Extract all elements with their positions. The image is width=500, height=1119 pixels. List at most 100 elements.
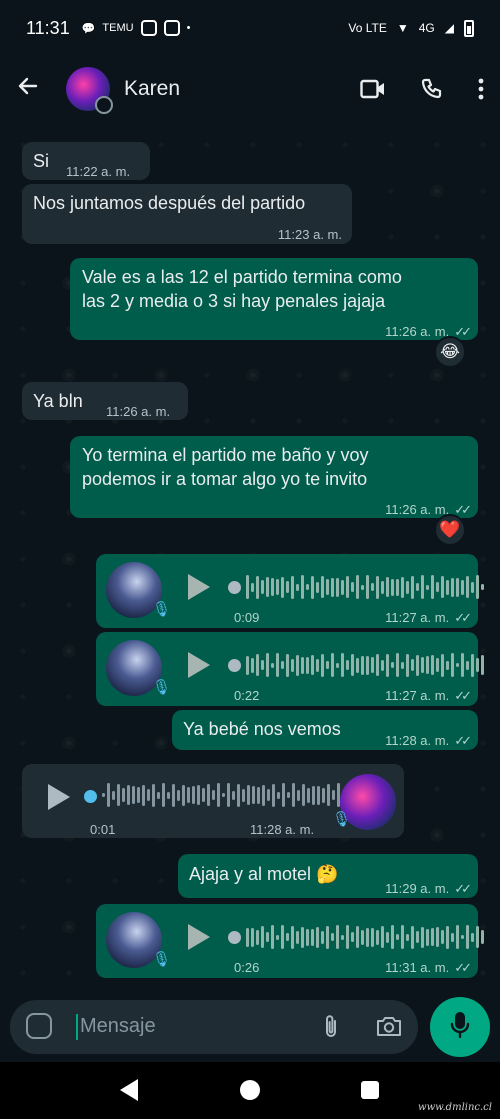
waveform-bar bbox=[431, 928, 434, 946]
waveform-bar bbox=[446, 579, 449, 595]
waveform-bar bbox=[267, 789, 270, 801]
seek-handle[interactable] bbox=[228, 581, 241, 594]
waveform-bar bbox=[307, 787, 310, 803]
waveform-bar bbox=[361, 584, 364, 590]
phone-icon[interactable] bbox=[420, 77, 444, 101]
waveform-bar bbox=[301, 656, 304, 674]
play-icon[interactable] bbox=[188, 652, 210, 678]
seek-handle[interactable] bbox=[228, 659, 241, 672]
waveform-bar bbox=[351, 932, 354, 942]
play-icon[interactable] bbox=[48, 784, 70, 810]
message-text-line-1: Yo termina el partido me baño y voy bbox=[82, 445, 369, 465]
message-bubble[interactable]: Ya bln 11:26 a. m. bbox=[22, 382, 188, 420]
attach-icon[interactable] bbox=[322, 1014, 340, 1045]
waveform-bar bbox=[276, 653, 279, 677]
message-bubble[interactable]: Yo termina el partido me baño y voy pode… bbox=[70, 436, 478, 518]
camera-icon[interactable] bbox=[376, 1015, 402, 1042]
video-call-icon[interactable] bbox=[360, 79, 386, 99]
message-bubble[interactable]: Si 11:22 a. m. bbox=[22, 142, 150, 180]
message-text-line-2: podemos ir a tomar algo yo te invito bbox=[82, 469, 368, 489]
waveform-bar bbox=[376, 654, 379, 676]
waveform-bar bbox=[446, 660, 449, 670]
waveform-bar bbox=[401, 925, 404, 949]
more-notif-dot: • bbox=[186, 22, 191, 34]
voice-message-bubble[interactable]: 🎙 0:22 11:27 a. m. ✓✓ bbox=[96, 632, 484, 708]
waveform-bar bbox=[466, 660, 469, 670]
message-bubble[interactable]: Ya bebé nos vemos 11:28 a. m. ✓✓ bbox=[172, 710, 478, 750]
nav-back-icon[interactable] bbox=[120, 1079, 138, 1101]
record-voice-button[interactable] bbox=[430, 997, 490, 1057]
waveform-bar bbox=[242, 788, 245, 802]
more-vert-icon[interactable] bbox=[478, 78, 484, 100]
back-arrow-icon[interactable] bbox=[16, 73, 48, 105]
nav-home-icon[interactable] bbox=[240, 1080, 260, 1100]
waveform-bar bbox=[246, 575, 249, 599]
waveform[interactable] bbox=[246, 572, 484, 602]
waveform-bar bbox=[301, 926, 304, 948]
seek-handle[interactable] bbox=[228, 931, 241, 944]
waveform[interactable] bbox=[246, 650, 484, 680]
voice-message-bubble[interactable]: 0:01 11:28 a. m. 🎙 bbox=[22, 764, 404, 838]
waveform-bar bbox=[396, 653, 399, 677]
waveform-bar bbox=[406, 933, 409, 941]
seek-handle[interactable] bbox=[84, 790, 97, 803]
voice-duration: 0:22 bbox=[234, 688, 260, 703]
waveform[interactable] bbox=[102, 780, 380, 810]
waveform-bar bbox=[271, 925, 274, 949]
chat-area[interactable]: Si 11:22 a. m. Nos juntamos después del … bbox=[0, 122, 500, 998]
message-text: Ajaja y al motel 🤔 bbox=[189, 864, 339, 884]
waveform-bar bbox=[456, 663, 459, 667]
waveform-bar bbox=[341, 579, 344, 595]
waveform-bar bbox=[296, 930, 299, 944]
contact-name[interactable]: Karen bbox=[124, 77, 180, 101]
waveform-bar bbox=[286, 933, 289, 941]
waveform-bar bbox=[251, 582, 254, 592]
reaction-badge[interactable]: 😂 bbox=[434, 336, 466, 368]
waveform-bar bbox=[421, 575, 424, 599]
waveform-bar bbox=[271, 578, 274, 596]
waveform-bar bbox=[296, 654, 299, 676]
waveform[interactable] bbox=[246, 922, 484, 952]
waveform-bar bbox=[331, 577, 334, 597]
voice-message-bubble[interactable]: 🎙 0:09 11:27 a. m. ✓✓ bbox=[96, 554, 484, 628]
reaction-badge[interactable]: ❤️ bbox=[434, 514, 466, 546]
waveform-bar bbox=[137, 787, 140, 803]
waveform-bar bbox=[421, 657, 424, 673]
waveform-bar bbox=[192, 786, 195, 804]
message-input[interactable]: Mensaje bbox=[80, 1015, 156, 1038]
message-bubble[interactable]: Vale es a las 12 el partido termina como… bbox=[70, 258, 478, 340]
play-icon[interactable] bbox=[188, 574, 210, 600]
waveform-bar bbox=[356, 926, 359, 948]
contact-avatar[interactable] bbox=[66, 67, 113, 114]
waveform-bar bbox=[406, 653, 409, 677]
waveform-bar bbox=[441, 653, 444, 677]
waveform-bar bbox=[292, 783, 295, 807]
waveform-bar bbox=[471, 932, 474, 942]
waveform-bar bbox=[251, 927, 254, 947]
message-bubble[interactable]: Nos juntamos después del partido 11:23 a… bbox=[22, 184, 352, 244]
message-meta: 11:27 a. m. ✓✓ bbox=[385, 684, 472, 708]
waveform-bar bbox=[396, 934, 399, 940]
watermark: www.dmlinc.cl bbox=[418, 1102, 492, 1113]
waveform-bar bbox=[157, 791, 160, 799]
waveform-bar bbox=[406, 580, 409, 594]
mic-icon: 🎙 bbox=[152, 601, 172, 618]
waveform-bar bbox=[371, 657, 374, 673]
voice-message-bubble[interactable]: 🎙 0:26 11:31 a. m. ✓✓ bbox=[96, 904, 484, 978]
read-ticks-icon: ✓✓ bbox=[454, 610, 472, 625]
message-composer[interactable]: Mensaje bbox=[10, 1000, 418, 1054]
message-text: Ya bebé nos vemos bbox=[183, 719, 341, 739]
play-icon[interactable] bbox=[188, 924, 210, 950]
waveform-bar bbox=[371, 927, 374, 947]
nav-recents-icon[interactable] bbox=[361, 1081, 379, 1099]
waveform-bar bbox=[381, 659, 384, 671]
waveform-bar bbox=[481, 930, 484, 944]
message-bubble[interactable]: Ajaja y al motel 🤔 11:29 a. m. ✓✓ bbox=[178, 854, 478, 898]
waveform-bar bbox=[281, 661, 284, 669]
waveform-bar bbox=[287, 792, 290, 798]
waveform-bar bbox=[331, 933, 334, 941]
emoji-icon[interactable] bbox=[26, 1013, 52, 1039]
waveform-bar bbox=[281, 576, 284, 598]
waveform-bar bbox=[281, 925, 284, 949]
waveform-bar bbox=[286, 653, 289, 677]
